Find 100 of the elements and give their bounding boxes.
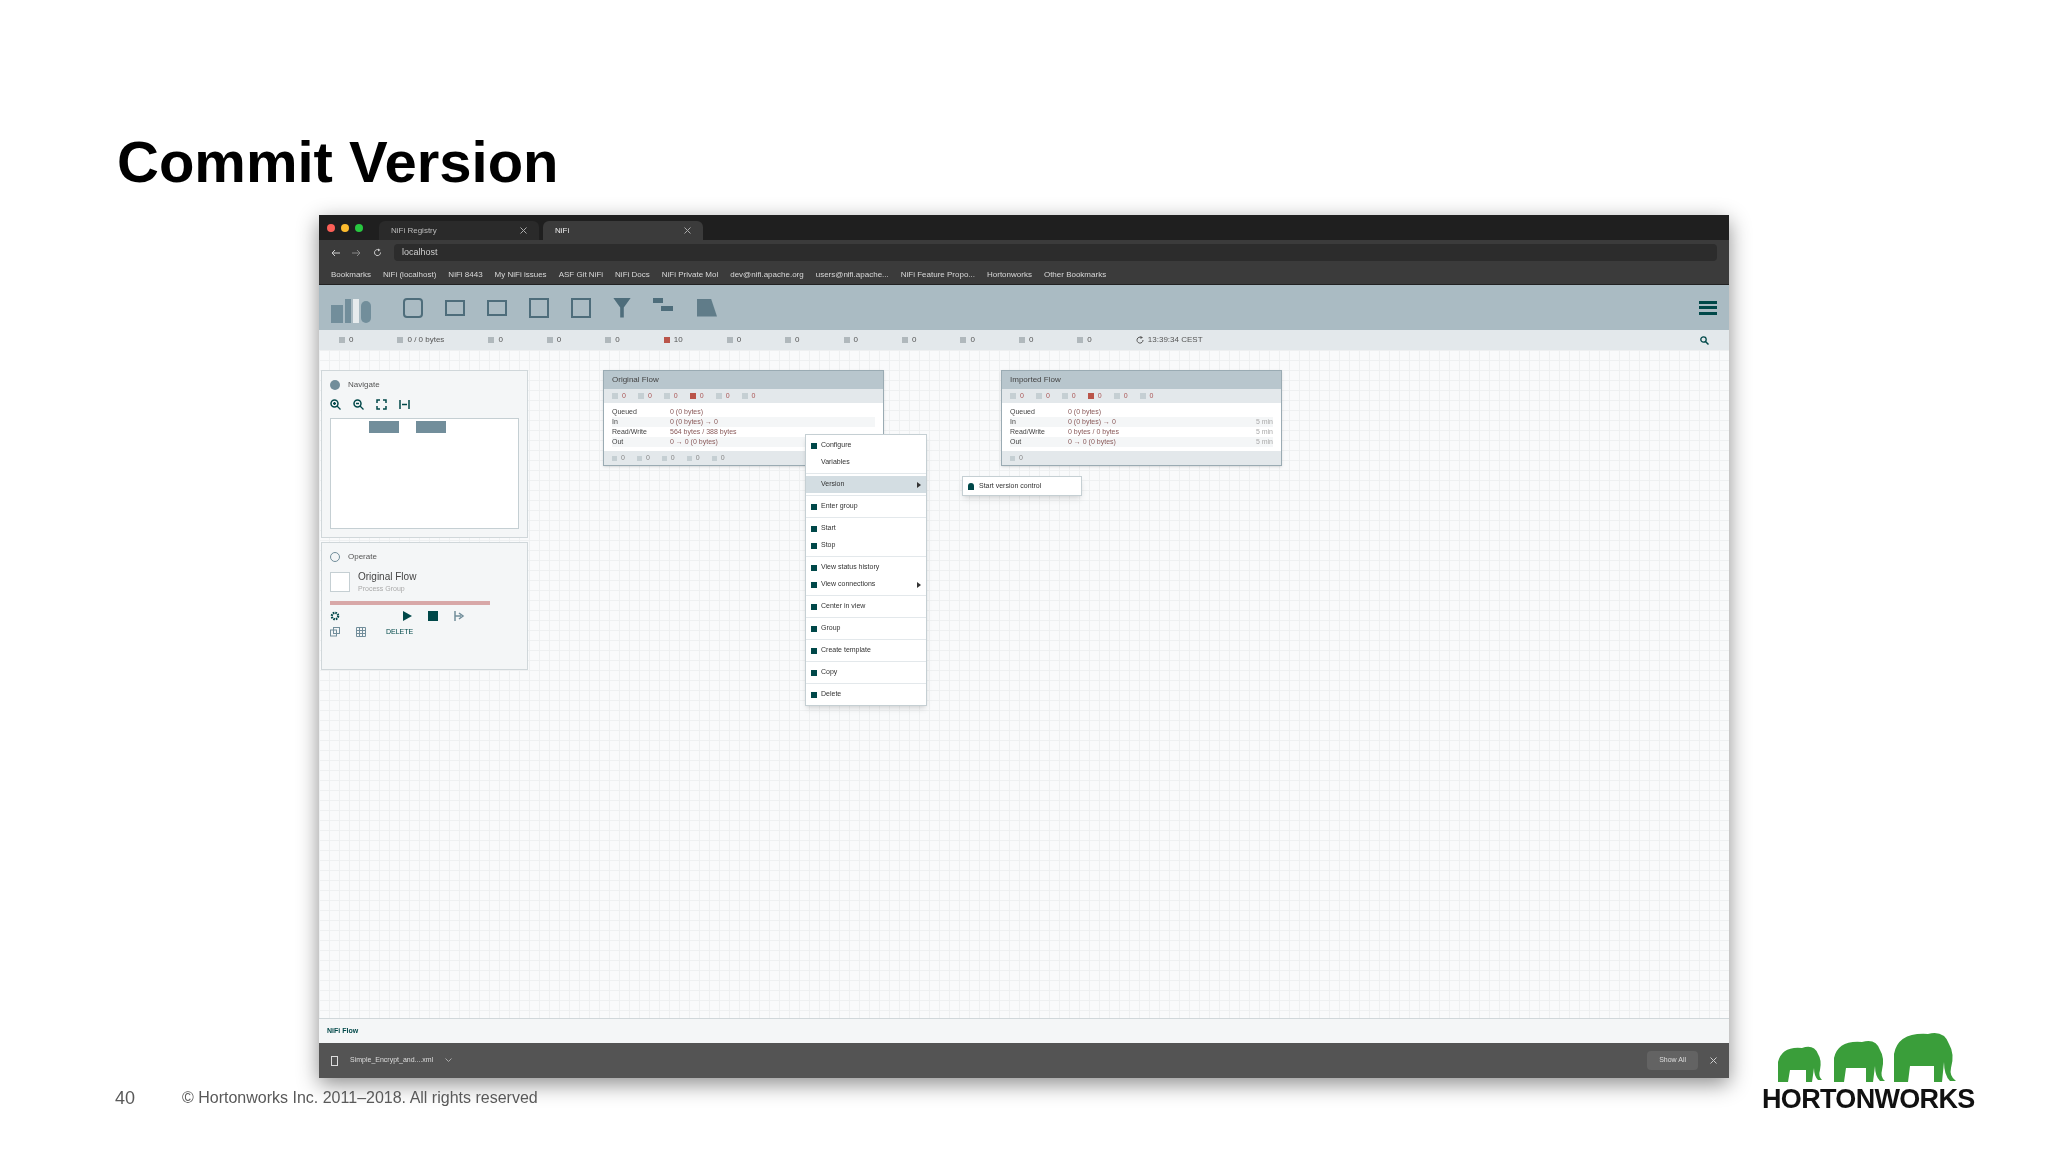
forward-arrow-icon[interactable]	[352, 248, 361, 257]
status-count: 0	[556, 334, 562, 346]
bookmark[interactable]: NiFi 8443	[448, 268, 483, 281]
panel-title: Navigate	[348, 379, 380, 391]
stop-icon[interactable]	[428, 610, 438, 621]
bookmark[interactable]: users@nifi.apache...	[815, 268, 889, 281]
menu-icon	[811, 542, 817, 549]
menu-icon	[811, 691, 817, 698]
zoom-in-icon[interactable]	[330, 399, 341, 410]
status-icon	[960, 337, 967, 343]
bookmark[interactable]: Bookmarks	[331, 268, 371, 281]
count-icon	[663, 393, 670, 399]
minimap[interactable]	[330, 418, 519, 529]
menu-icon	[811, 442, 817, 449]
menu-icon	[811, 669, 817, 676]
status-count: 0	[1028, 334, 1034, 346]
status-icon	[902, 337, 908, 343]
menu-icon	[811, 581, 817, 588]
status-count: 0	[795, 334, 800, 346]
zoom-out-icon[interactable]	[353, 399, 364, 410]
processor-icon[interactable]	[403, 297, 423, 318]
count-icon	[711, 455, 717, 461]
count-icon	[686, 455, 692, 461]
group-title-bar[interactable]: Imported Flow	[1002, 371, 1281, 389]
status-count: 0	[853, 334, 858, 346]
count-icon	[1061, 393, 1068, 399]
status-icon	[726, 337, 733, 343]
bookmark[interactable]: NiFi Docs	[615, 268, 650, 281]
gear-icon[interactable]	[330, 610, 340, 621]
close-icon[interactable]	[684, 227, 691, 234]
back-arrow-icon[interactable]	[331, 248, 340, 257]
status-icon	[488, 337, 495, 343]
status-icon	[663, 337, 670, 343]
count-icon	[637, 393, 644, 399]
address-field[interactable]: localhost	[394, 244, 1717, 261]
play-icon[interactable]	[402, 610, 412, 621]
reload-icon[interactable]	[373, 248, 382, 257]
fit-icon[interactable]	[376, 399, 387, 410]
status-count: 0	[615, 334, 620, 346]
bookmark[interactable]: dev@nifi.apache.org	[730, 268, 804, 281]
status-icon	[397, 337, 404, 343]
bookmark[interactable]: NiFi (localhost)	[383, 268, 437, 281]
status-icon	[1077, 337, 1084, 343]
status-icon	[605, 337, 612, 343]
status-icon	[546, 337, 553, 343]
count-icon	[1035, 393, 1042, 399]
menu-icon	[811, 503, 817, 510]
menu-icon	[811, 564, 817, 571]
output-port-icon[interactable]	[487, 299, 507, 316]
status-count: 0	[912, 334, 917, 346]
count-icon	[612, 455, 617, 461]
input-port-icon[interactable]	[445, 299, 465, 316]
menu-icon	[811, 525, 817, 532]
bookmark[interactable]: NiFi Private Mol	[661, 268, 719, 281]
slide-title: Commit Version	[117, 128, 559, 196]
count-icon	[1139, 393, 1146, 399]
close-icon[interactable]	[520, 227, 527, 234]
status-icon	[1018, 337, 1025, 343]
refresh-icon[interactable]	[1135, 336, 1144, 344]
submenu-arrow-icon	[917, 481, 921, 488]
status-count: 0	[736, 334, 742, 346]
browser-tab[interactable]: NiFi Registry	[379, 221, 539, 240]
menu-icon[interactable]	[1699, 300, 1717, 315]
template-icon[interactable]	[454, 610, 465, 621]
status-count: 10	[673, 334, 683, 346]
person-icon	[968, 482, 974, 490]
menu-icon	[811, 603, 817, 610]
panel-title: Operate	[348, 551, 377, 563]
group-title-bar[interactable]: Original Flow	[604, 371, 883, 389]
status-count: 0	[349, 334, 354, 346]
bookmark[interactable]: Hortonworks	[987, 268, 1032, 281]
caret-icon[interactable]	[445, 1058, 453, 1063]
browser-tab[interactable]: NiFi	[543, 221, 703, 240]
actual-size-icon[interactable]	[399, 399, 410, 410]
grid-icon[interactable]	[356, 626, 366, 637]
close-icon[interactable]	[1710, 1057, 1717, 1064]
menu-icon	[811, 625, 817, 632]
count-icon	[1010, 455, 1015, 461]
remote-group-icon[interactable]	[571, 297, 591, 318]
component-name: Original Flow	[358, 570, 417, 584]
logo-text: HORTONWORKS	[1762, 1086, 1975, 1113]
count-icon	[741, 393, 748, 399]
process-group-icon	[330, 571, 350, 592]
status-icon	[339, 337, 345, 343]
count-icon	[1010, 393, 1016, 399]
count-icon	[1113, 393, 1120, 399]
copy-icon[interactable]	[330, 626, 340, 637]
status-count: 0	[498, 334, 503, 346]
bookmark[interactable]: ASF Git NiFi	[558, 268, 604, 281]
count-icon	[612, 393, 618, 399]
process-group-icon[interactable]	[529, 297, 549, 318]
bookmark[interactable]: My NiFi issues	[494, 268, 547, 281]
status-count: 0 / 0 bytes	[407, 334, 445, 346]
bookmark[interactable]: Other Bookmarks	[1043, 268, 1107, 281]
menu-icon	[811, 647, 817, 654]
search-icon[interactable]	[1700, 335, 1709, 345]
bookmark[interactable]: NiFi Feature Propo...	[900, 268, 975, 281]
file-icon	[331, 1055, 338, 1066]
copyright-text: © Hortonworks Inc. 2011–2018. All rights reserved	[182, 1088, 538, 1108]
count-icon	[689, 393, 696, 399]
